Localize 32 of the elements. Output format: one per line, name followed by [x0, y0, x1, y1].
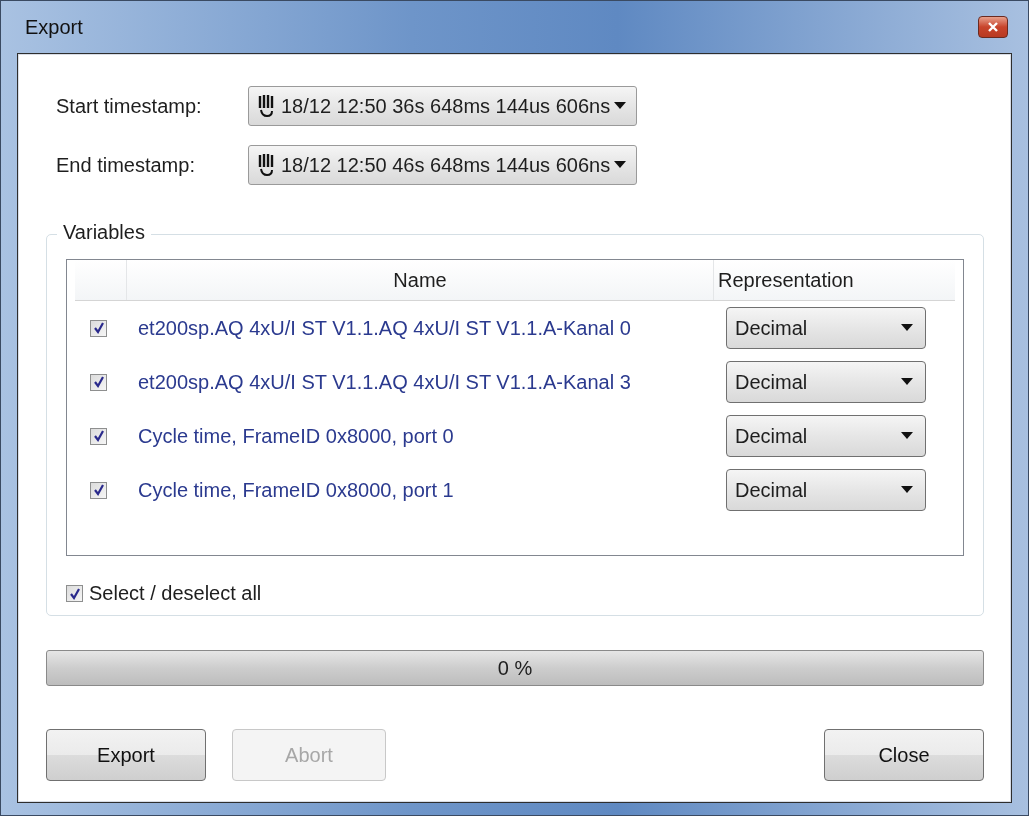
representation-dropdown[interactable]: Decimal — [726, 469, 926, 511]
dropdown-arrow-icon — [901, 432, 913, 440]
checkbox[interactable] — [90, 373, 107, 391]
checkbox-label[interactable]: Select / deselect all — [89, 582, 262, 605]
dropdown-arrow-icon — [614, 102, 627, 110]
dropdown-arrow-icon — [901, 486, 913, 494]
representation-dropdown[interactable]: Decimal — [726, 307, 926, 349]
timestamp-dropdown[interactable]: 18/12 12:50 36s 648ms 144us 606ns — [248, 86, 638, 126]
close-icon — [988, 22, 998, 32]
close-button[interactable] — [978, 16, 1008, 38]
field-label: End timestamp: — [56, 153, 196, 177]
checkbox[interactable] — [90, 319, 107, 337]
progress-label: 0 % — [497, 656, 533, 680]
column-header[interactable]: Name — [126, 260, 713, 300]
dropdown-arrow-icon — [614, 161, 627, 169]
variable-name: et200sp.AQ 4xU/I ST V1.1.AQ 4xU/I ST V1.1.A-Kanal 3 — [137, 370, 632, 394]
variable-name: Cycle time, FrameID 0x8000, port 1 — [137, 478, 455, 502]
checkbox[interactable] — [90, 481, 107, 499]
variable-name: et200sp.AQ 4xU/I ST V1.1.AQ 4xU/I ST V1.1.A-Kanal 0 — [137, 316, 632, 340]
dialog-button[interactable]: Close — [824, 729, 984, 781]
variable-name: Cycle time, FrameID 0x8000, port 0 — [137, 424, 455, 448]
column-header[interactable]: Representation — [713, 260, 963, 300]
representation-dropdown[interactable]: Decimal — [726, 361, 926, 403]
checkbox[interactable] — [90, 427, 107, 445]
dialog-button[interactable]: Export — [46, 729, 206, 781]
representation-dropdown[interactable]: Decimal — [726, 415, 926, 457]
dropdown-arrow-icon — [901, 324, 913, 332]
dropdown-arrow-icon — [901, 378, 913, 386]
timestamp-dropdown[interactable]: 18/12 12:50 46s 648ms 144us 606ns — [248, 145, 638, 185]
checkbox[interactable] — [66, 585, 83, 602]
field-label: Start timestamp: — [56, 94, 203, 118]
window-title: Export — [25, 15, 83, 39]
